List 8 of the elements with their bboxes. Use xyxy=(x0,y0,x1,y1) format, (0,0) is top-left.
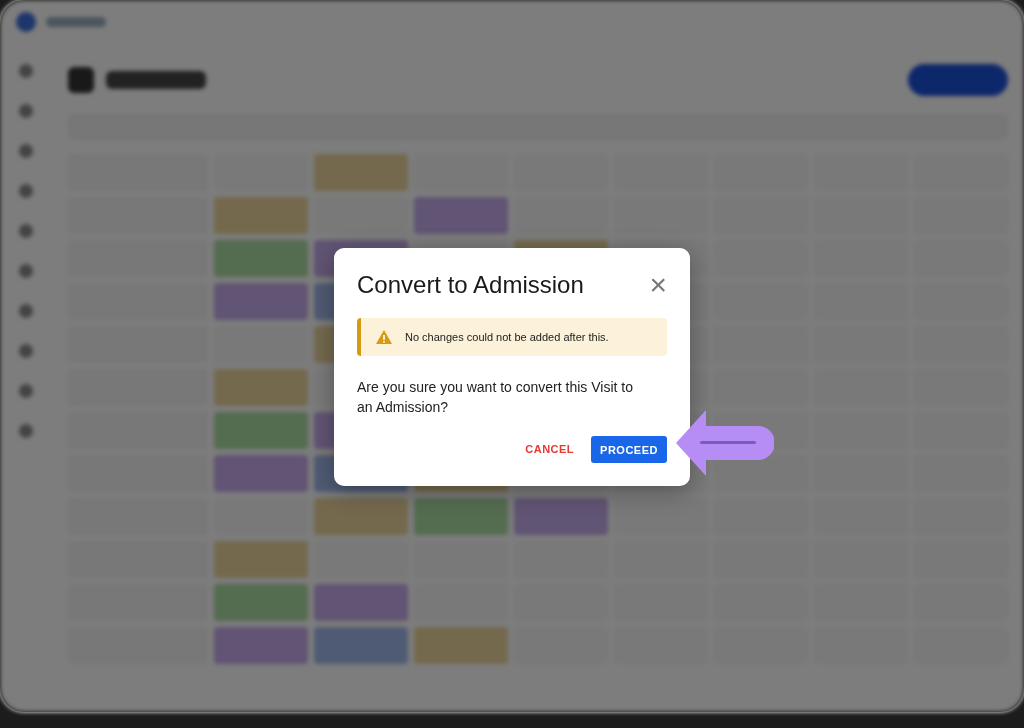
warning-text: No changes could not be added after this. xyxy=(405,331,609,343)
pointer-arrow-icon xyxy=(676,410,774,476)
close-button[interactable]: × xyxy=(643,270,667,300)
cancel-button[interactable]: CANCEL xyxy=(525,435,575,463)
warning-icon xyxy=(375,329,393,345)
confirmation-message: Are you sure you want to convert this Visit to an Admission? xyxy=(357,378,634,417)
proceed-button[interactable]: PROCEED xyxy=(591,435,667,463)
dialog-title: Convert to Admission xyxy=(357,271,584,299)
